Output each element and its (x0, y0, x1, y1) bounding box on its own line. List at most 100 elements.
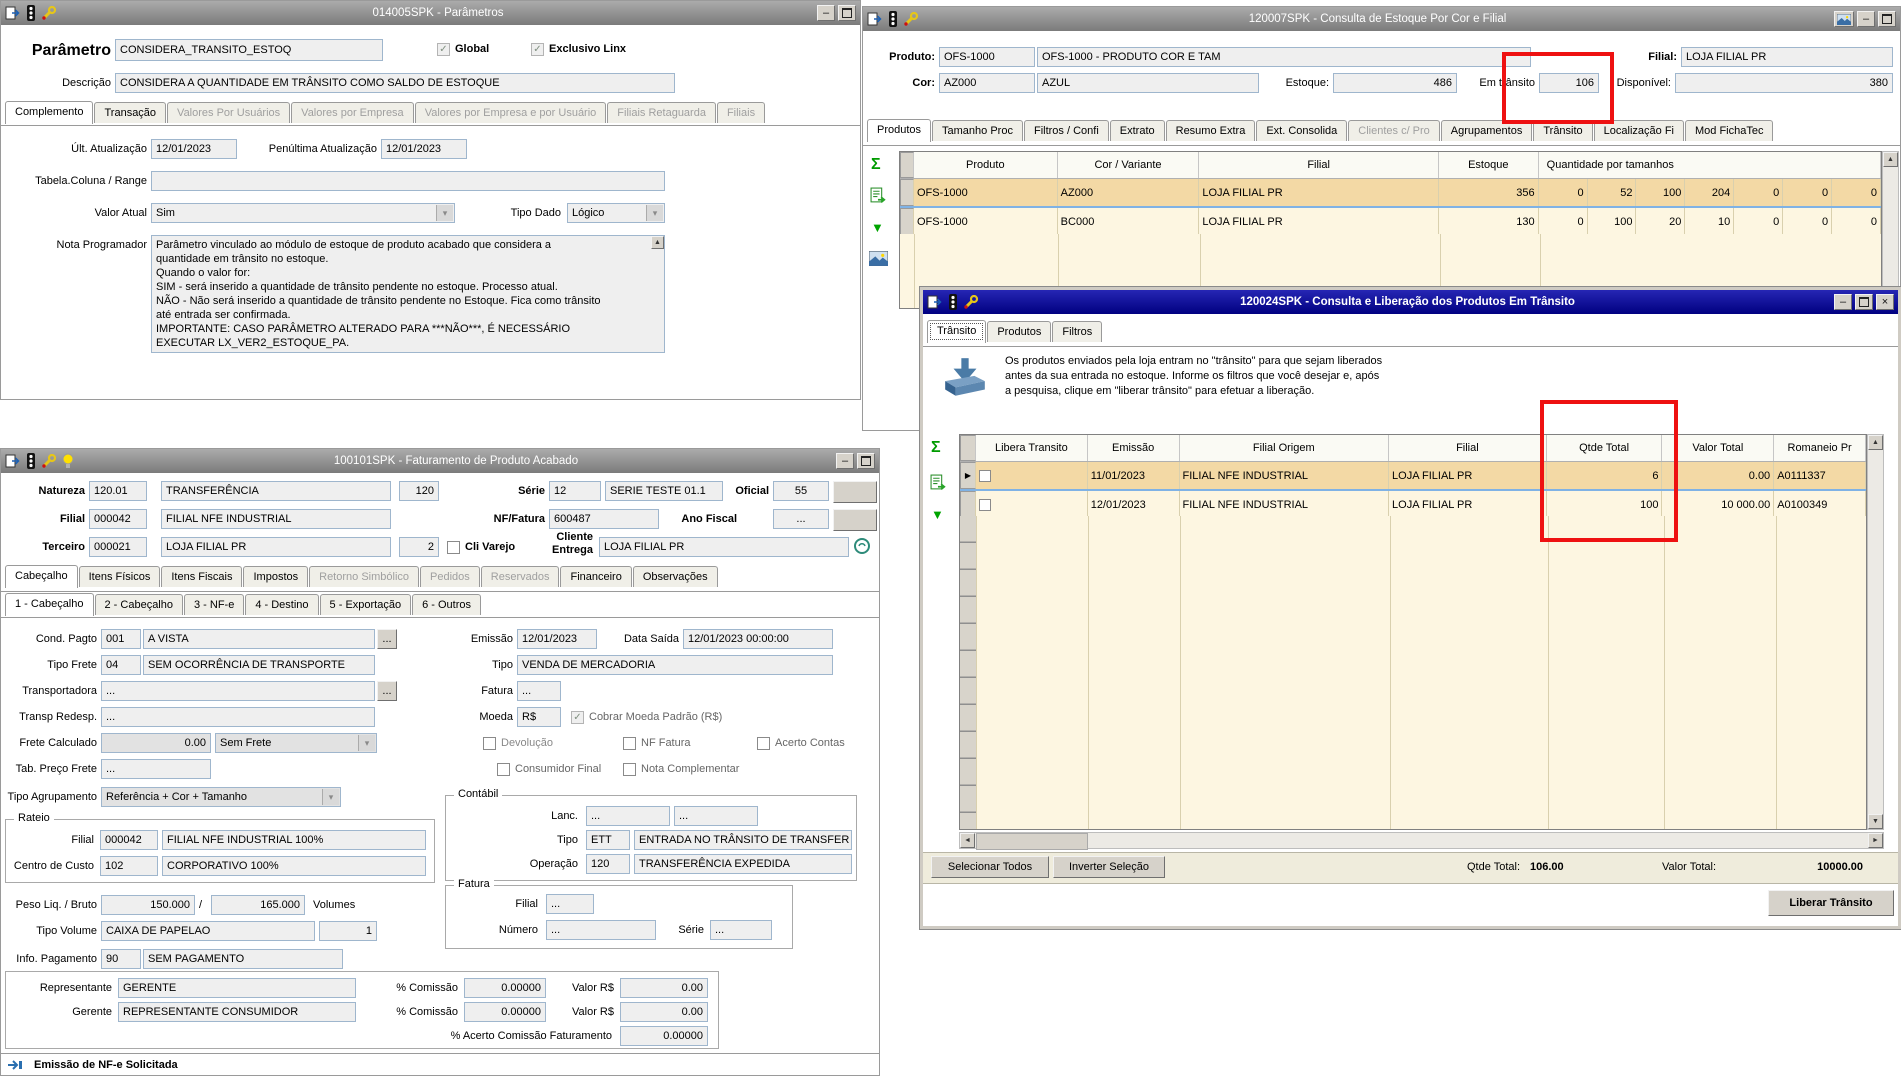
tab-transito[interactable]: Trânsito (927, 320, 987, 343)
transp-redesp-field[interactable]: ... (101, 707, 375, 727)
lookup-button[interactable]: ... (377, 629, 397, 649)
side-button[interactable] (833, 509, 877, 531)
sum-icon[interactable]: Σ (931, 440, 941, 456)
terceiro-cod-field[interactable]: 000021 (89, 537, 147, 557)
wrench-icon[interactable] (41, 6, 57, 20)
photo-icon[interactable] (869, 251, 888, 266)
tab-tamanho-proc[interactable]: Tamanho Proc (932, 120, 1023, 141)
fatura-field[interactable]: ... (517, 681, 561, 701)
exit-icon[interactable] (5, 454, 21, 468)
nf-fatura-checkbox[interactable] (623, 737, 636, 750)
side-button[interactable] (833, 481, 877, 503)
row-selector[interactable] (900, 208, 914, 235)
emissao-field[interactable]: 12/01/2023 (517, 629, 597, 649)
col-estoque[interactable]: Estoque (1439, 152, 1539, 178)
grid-row-selected[interactable]: OFS-1000 AZ000 LOJA FILIAL PR 356 0 52 1… (900, 179, 1881, 208)
tab-clientes[interactable]: Clientes c/ Pro (1348, 120, 1440, 141)
traffic-light-icon[interactable] (26, 5, 36, 21)
col-filial-origem[interactable]: Filial Origem (1180, 435, 1390, 461)
tipo-frete-desc-field[interactable]: SEM OCORRÊNCIA DE TRANSPORTE (143, 655, 375, 675)
tipo-frete-cod-field[interactable]: 04 (101, 655, 141, 675)
peso-bruto-field[interactable]: 165.000 (211, 895, 305, 915)
grid-row-selected[interactable]: ▶ 11/01/2023 FILIAL NFE INDUSTRIAL LOJA … (960, 462, 1866, 491)
cli-varejo-checkbox[interactable] (447, 541, 460, 554)
wrench-icon[interactable] (41, 454, 57, 468)
scroll-up-button[interactable]: ▲ (651, 236, 664, 249)
tab-ext-consolida[interactable]: Ext. Consolida (1256, 120, 1348, 141)
filial-cod-field[interactable]: 000042 (89, 509, 147, 529)
produto-cod-field[interactable]: OFS-1000 (939, 47, 1035, 67)
valor1-field[interactable]: 0.00 (620, 978, 708, 998)
cell-libera[interactable] (976, 491, 1088, 518)
traffic-light-icon[interactable] (888, 11, 898, 27)
natureza-desc-field[interactable]: TRANSFERÊNCIA (161, 481, 391, 501)
tipo-volume-field[interactable]: CAIXA DE PAPELAO (101, 921, 315, 941)
tab-produtos[interactable]: Produtos (987, 321, 1052, 342)
rateio-filial-desc-field[interactable]: FILIAL NFE INDUSTRIAL 100% (162, 830, 426, 850)
tab-valores-por-empresa-usuario[interactable]: Valores por Empresa e por Usuário (414, 102, 607, 123)
filial-field[interactable]: LOJA FILIAL PR (1681, 47, 1893, 67)
produto-desc-field[interactable]: OFS-1000 - PRODUTO COR E TAM (1037, 47, 1531, 67)
select-all-cell[interactable] (900, 152, 914, 178)
libera-checkbox[interactable] (978, 469, 991, 482)
col-emissao[interactable]: Emissão (1088, 435, 1180, 461)
scroll-up-button[interactable]: ▲ (1868, 435, 1883, 450)
acerto-contas-checkbox[interactable] (757, 737, 770, 750)
grid-row[interactable]: OFS-1000 BC000 LOJA FILIAL PR 130 0 100 … (900, 208, 1881, 236)
vertical-scrollbar[interactable]: ▲ ▼ (1867, 434, 1884, 830)
scroll-right-button[interactable]: ► (1868, 833, 1883, 848)
faturamento-titlebar[interactable]: 100101SPK - Faturamento de Produto Acaba… (1, 449, 879, 473)
tab-itens-fisicos[interactable]: Itens Físicos (78, 566, 161, 587)
nf-fatura-field[interactable]: 600487 (549, 509, 659, 529)
bulb-icon[interactable] (62, 453, 74, 469)
natureza-cod-field[interactable]: 120.01 (89, 481, 147, 501)
inverter-selecao-button[interactable]: Inverter Seleção (1053, 856, 1165, 878)
tab-preco-frete-field[interactable]: ... (101, 759, 211, 779)
col-romaneio[interactable]: Romaneio Pr (1774, 435, 1866, 461)
valor2-field[interactable]: 0.00 (620, 1002, 708, 1022)
tab-filiais[interactable]: Filiais (716, 102, 766, 123)
gerente-field[interactable]: REPRESENTANTE CONSUMIDOR (118, 1002, 356, 1022)
wrench-icon[interactable] (963, 295, 979, 309)
tipo-agrupamento-combo[interactable]: Referência + Cor + Tamanho ▾ (101, 787, 341, 807)
lanc1-field[interactable]: ... (586, 806, 670, 826)
vertical-scrollbar[interactable]: ▲ (1882, 151, 1899, 309)
tab-reservados[interactable]: Reservados (480, 566, 560, 587)
centro-custo-desc-field[interactable]: CORPORATIVO 100% (162, 856, 426, 876)
select-all-cell[interactable] (960, 435, 976, 461)
exclusivo-linx-checkbox[interactable]: ✓ (531, 43, 544, 56)
subtab-2-cabecalho[interactable]: 2 - Cabeçalho (94, 594, 183, 615)
tab-localizacao[interactable]: Localização Fi (1593, 120, 1684, 141)
minimize-button[interactable]: – (817, 5, 835, 21)
operacao-cod-field[interactable]: 120 (586, 854, 630, 874)
tab-filtros[interactable]: Filtros (1052, 321, 1103, 342)
info-pagamento-cod-field[interactable]: 90 (101, 949, 141, 969)
maximize-button[interactable] (1855, 294, 1873, 310)
tab-financeiro[interactable]: Financeiro (560, 566, 632, 587)
parametros-titlebar[interactable]: 014005SPK - Parâmetros – (1, 1, 860, 25)
sem-frete-combo[interactable]: Sem Frete ▾ (215, 733, 377, 753)
tabela-coluna-field[interactable] (151, 171, 665, 191)
tab-observacoes[interactable]: Observações (632, 566, 718, 587)
traffic-light-icon[interactable] (948, 294, 958, 310)
minimize-button[interactable]: – (1834, 294, 1852, 310)
sum-icon[interactable]: Σ (871, 157, 881, 173)
cell-libera[interactable] (976, 462, 1088, 489)
chevron-down-icon[interactable]: ▾ (646, 205, 663, 221)
tab-complemento[interactable]: Complemento (5, 101, 94, 124)
moeda-field[interactable]: R$ (517, 707, 561, 727)
maximize-button[interactable] (838, 5, 856, 21)
wrench-icon[interactable] (903, 12, 919, 26)
ano-fiscal-field[interactable]: ... (773, 509, 829, 529)
centro-custo-cod-field[interactable]: 102 (100, 856, 158, 876)
libera-checkbox[interactable] (978, 498, 991, 511)
contabil-tipo-desc-field[interactable]: ENTRADA NO TRÂNSITO DE TRANSFER (634, 830, 852, 850)
devolucao-checkbox[interactable] (483, 737, 496, 750)
scroll-left-button[interactable]: ◄ (960, 833, 975, 848)
tab-itens-fiscais[interactable]: Itens Fiscais (161, 566, 243, 587)
chevron-down-icon[interactable]: ▾ (358, 735, 375, 751)
tipo-dado-combo[interactable]: Lógico ▾ (567, 203, 665, 223)
col-produto[interactable]: Produto (914, 152, 1058, 178)
tab-retorno-simbolico[interactable]: Retorno Simbólico (309, 566, 419, 587)
minimize-button[interactable]: – (836, 453, 854, 469)
